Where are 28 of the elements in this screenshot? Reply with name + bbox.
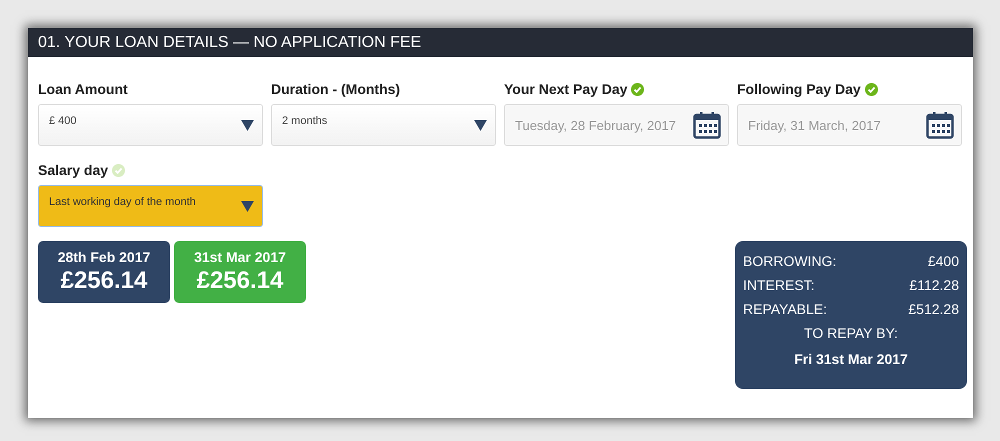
date-field[interactable]: Tuesday, 28 February, 2017 (504, 104, 729, 146)
summary-label: BORROWING: (743, 253, 836, 271)
repay-date: Fri 31st Mar 2017 (793, 351, 909, 367)
summary-label: REPAYABLE: (743, 301, 828, 319)
field-label: Loan Amount (38, 81, 128, 97)
payment-date: 31st Mar 2017 (194, 249, 286, 265)
caret-icon (241, 120, 254, 130)
dropdown[interactable]: Last working day of the month (38, 185, 263, 227)
summary-value: £400 (928, 253, 959, 271)
caret-icon (241, 200, 254, 212)
summary-value: £512.28 (908, 301, 959, 319)
payment-date: 28th Feb 2017 (58, 249, 150, 265)
dropdown[interactable]: 2 months (271, 104, 496, 146)
caret-icon (474, 120, 487, 130)
field-label: Duration - (Months) (271, 81, 400, 97)
payment-amount: £256.14 (60, 267, 148, 295)
summary-label: INTEREST: (743, 277, 815, 295)
date-field[interactable]: Friday, 31 March, 2017 (737, 104, 962, 146)
payment-amount: £256.14 (196, 267, 284, 295)
calendar-icon (926, 111, 954, 139)
header-title: 01. YOUR LOAN DETAILS — NO APPLICATION FEE (38, 34, 422, 52)
repay-label: TO REPAY BY: (803, 325, 899, 343)
field-label: Following Pay Day (737, 81, 861, 97)
field-label: Your Next Pay Day (504, 81, 628, 97)
field-label: Salary day (38, 162, 108, 178)
dropdown[interactable]: £ 400 (38, 104, 263, 146)
calendar-icon (693, 111, 721, 139)
summary-value: £112.28 (909, 277, 959, 295)
